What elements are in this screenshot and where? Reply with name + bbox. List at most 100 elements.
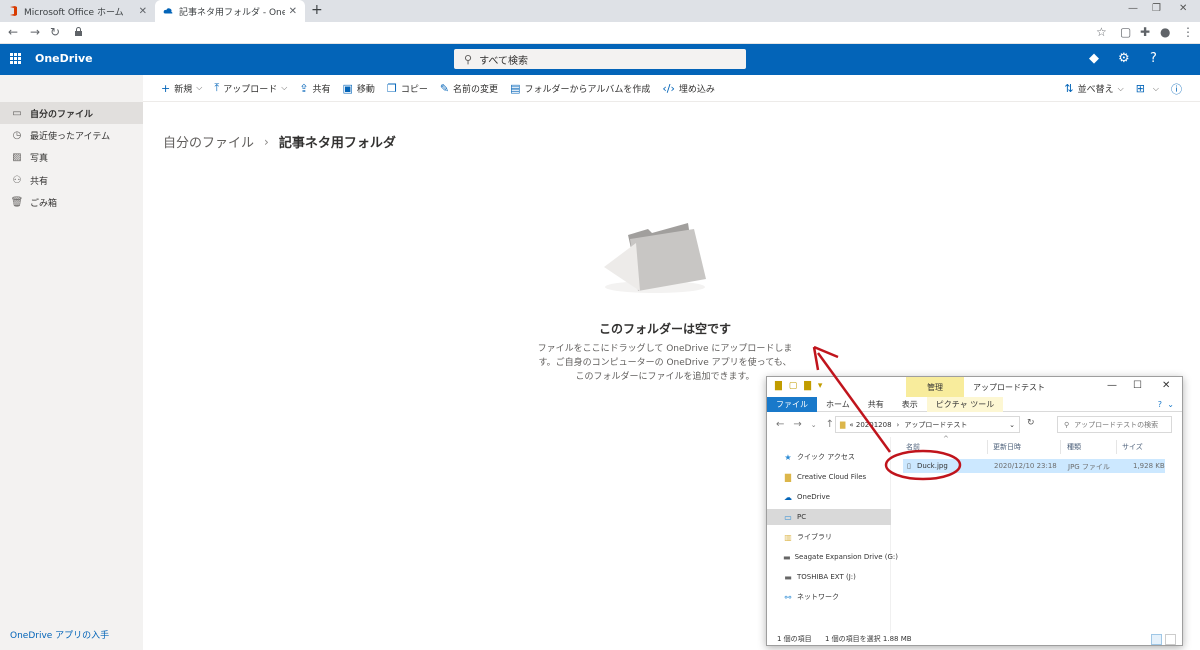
address-bar[interactable]: ▇ « 20201208 › アップロードテスト ⌄: [835, 416, 1020, 433]
rename-button[interactable]: ✎ 名前の変更: [434, 82, 504, 95]
breadcrumb-current[interactable]: 記事ネタ用フォルダ: [279, 132, 396, 151]
minimize-icon[interactable]: —: [1107, 380, 1117, 391]
maximize-icon[interactable]: ☐: [1133, 380, 1142, 391]
nav-seagate-drive[interactable]: ▬ Seagate Expansion Drive (G:): [767, 549, 898, 565]
cloud-folder-icon: ▇: [784, 472, 792, 482]
sort-button[interactable]: ⇅ 並べ替え ⌵: [1058, 82, 1129, 95]
ribbon-tab-picture-tools[interactable]: ピクチャ ツール: [926, 396, 1004, 412]
move-label: 移動: [356, 84, 375, 95]
large-icons-view-icon[interactable]: [1165, 634, 1176, 645]
nav-label: 最近使ったアイテム: [30, 131, 111, 142]
explorer-title-bar[interactable]: ▇ ▢ ▇ ▾ 管理 アップロードテスト — ☐ ✕: [767, 377, 1182, 397]
breadcrumb: 自分のファイル › 記事ネタ用フォルダ: [163, 132, 396, 152]
bookmark-star-icon[interactable]: ☆: [1096, 25, 1107, 39]
nav-toshiba-drive[interactable]: ▬ TOSHIBA EXT (J:): [767, 569, 891, 585]
forward-icon[interactable]: →: [30, 25, 40, 39]
quick-access-toolbar-icon[interactable]: ▇ ▢ ▇ ▾: [775, 381, 824, 391]
nav-libraries[interactable]: ▥ ライブラリ: [767, 529, 891, 545]
address-current[interactable]: アップロードテスト: [904, 420, 967, 430]
close-window-icon[interactable]: ✕: [1162, 380, 1170, 391]
upload-button[interactable]: ⤒ アップロード ⌵: [208, 81, 293, 95]
help-icon[interactable]: ?: [1158, 400, 1162, 409]
reload-icon[interactable]: ↻: [50, 25, 60, 39]
back-icon[interactable]: ←: [776, 419, 784, 430]
browser-tab-onedrive[interactable]: 記事ネタ用フォルダ - OneDrive ✕: [155, 0, 305, 22]
explorer-nav-pane: ★ クイック アクセス ▇ Creative Cloud Files ☁ OneDri…: [767, 437, 898, 633]
menu-dots-icon[interactable]: ⋮: [1182, 25, 1194, 39]
nav-item-my-files[interactable]: ▭ 自分のファイル: [0, 102, 143, 124]
column-separator[interactable]: [1116, 440, 1117, 454]
drive-icon: ▬: [783, 552, 791, 562]
nav-onedrive[interactable]: ☁ OneDrive: [767, 489, 891, 505]
ribbon-tab-home[interactable]: ホーム: [817, 397, 859, 412]
nav-quick-access[interactable]: ★ クイック アクセス: [767, 449, 891, 465]
nav-network[interactable]: ⚯ ネットワーク: [767, 589, 891, 605]
back-icon[interactable]: ←: [8, 25, 18, 39]
copy-label: コピー: [400, 84, 428, 95]
nav-label: Seagate Expansion Drive (G:): [794, 553, 899, 561]
chevron-down-icon[interactable]: ⌄: [1009, 421, 1015, 429]
close-icon[interactable]: ✕: [289, 6, 297, 17]
context-tab-manage[interactable]: 管理: [906, 377, 964, 397]
search-placeholder: すべて検索: [479, 55, 528, 67]
close-icon[interactable]: ✕: [139, 6, 147, 17]
view-options-button[interactable]: ⊞ ⌵: [1130, 82, 1165, 95]
minimize-icon[interactable]: —: [1128, 3, 1138, 14]
app-launcher-icon[interactable]: [10, 53, 21, 64]
explorer-search-input[interactable]: ⚲ アップロードテストの検索: [1057, 416, 1172, 433]
nav-creative-cloud[interactable]: ▇ Creative Cloud Files: [767, 469, 891, 485]
new-button[interactable]: + 新規 ⌵: [143, 82, 208, 95]
column-header-modified[interactable]: 更新日時: [993, 442, 1021, 452]
ribbon-tab-file[interactable]: ファイル: [767, 396, 817, 412]
address-prefix[interactable]: « 20201208: [849, 421, 891, 429]
help-icon[interactable]: ?: [1150, 51, 1157, 66]
puzzle-icon[interactable]: ✚: [1140, 25, 1150, 39]
brand-name[interactable]: OneDrive: [35, 52, 93, 65]
restore-icon[interactable]: ❐: [1152, 3, 1161, 14]
explorer-status-bar: 1 個の項目 1 個の項目を選択 1.88 MB: [767, 632, 1182, 646]
extension-page-icon[interactable]: ▢: [1120, 25, 1131, 39]
column-separator[interactable]: [987, 440, 988, 454]
copy-button[interactable]: ❐ コピー: [381, 82, 434, 95]
create-album-button[interactable]: ▤ フォルダーからアルバムを作成: [504, 82, 656, 95]
explorer-window-title: アップロードテスト: [973, 383, 1045, 392]
embed-button[interactable]: ‹/› 埋め込み: [656, 82, 721, 95]
search-input[interactable]: ⚲ すべて検索: [454, 49, 746, 69]
ribbon-tab-view[interactable]: 表示: [893, 397, 927, 412]
details-view-icon[interactable]: [1151, 634, 1162, 645]
ribbon-tab-share[interactable]: 共有: [859, 397, 893, 412]
browser-tab-office[interactable]: Microsoft Office ホーム ✕: [0, 0, 155, 22]
empty-state-line: このフォルダーにファイルを追加できます。: [575, 372, 755, 382]
nav-item-recent[interactable]: ◷ 最近使ったアイテム: [0, 124, 143, 146]
column-header-name[interactable]: 名前: [906, 442, 920, 452]
empty-state-title: このフォルダーは空です: [598, 322, 731, 336]
refresh-icon[interactable]: ↻: [1027, 418, 1035, 428]
column-separator[interactable]: [1060, 440, 1061, 454]
new-tab-icon[interactable]: +: [311, 2, 323, 18]
file-name[interactable]: Duck.jpg: [917, 462, 948, 470]
nav-item-recycle-bin[interactable]: 🗑 ごみ箱: [0, 191, 143, 213]
move-button[interactable]: ▣ 移動: [337, 82, 381, 95]
forward-icon[interactable]: →: [793, 419, 801, 430]
folder-icon: ▭: [12, 107, 22, 119]
gear-icon[interactable]: ⚙: [1118, 51, 1130, 66]
close-window-icon[interactable]: ✕: [1179, 3, 1187, 14]
nav-item-shared[interactable]: ⚇ 共有: [0, 169, 143, 191]
column-header-size[interactable]: サイズ: [1122, 442, 1143, 452]
file-explorer-window[interactable]: ▇ ▢ ▇ ▾ 管理 アップロードテスト — ☐ ✕ ファイル ホーム 共有 表…: [766, 376, 1183, 646]
nav-item-photos[interactable]: ▨ 写真: [0, 146, 143, 168]
profile-avatar-icon[interactable]: ●: [1160, 25, 1170, 39]
get-app-link[interactable]: OneDrive アプリの入手: [10, 628, 109, 641]
file-row-duck[interactable]: ▯ Duck.jpg 2020/12/10 23:18 JPG ファイル 1,9…: [903, 459, 1165, 473]
ribbon-expand-icon[interactable]: ⌄: [1167, 400, 1174, 409]
up-arrow-icon[interactable]: ↑: [826, 419, 834, 430]
pencil-icon: ✎: [439, 81, 450, 95]
details-pane-button[interactable]: ⓘ: [1165, 81, 1200, 97]
nav-pc[interactable]: ▭ PC: [767, 509, 891, 525]
column-header-type[interactable]: 種類: [1067, 442, 1081, 452]
status-item-count: 1 個の項目: [777, 635, 812, 643]
premium-diamond-icon[interactable]: ◆: [1089, 51, 1099, 66]
breadcrumb-root[interactable]: 自分のファイル: [163, 132, 254, 151]
share-button[interactable]: ⇪ 共有: [293, 82, 336, 95]
recent-locations-icon[interactable]: ⌄: [811, 421, 817, 429]
